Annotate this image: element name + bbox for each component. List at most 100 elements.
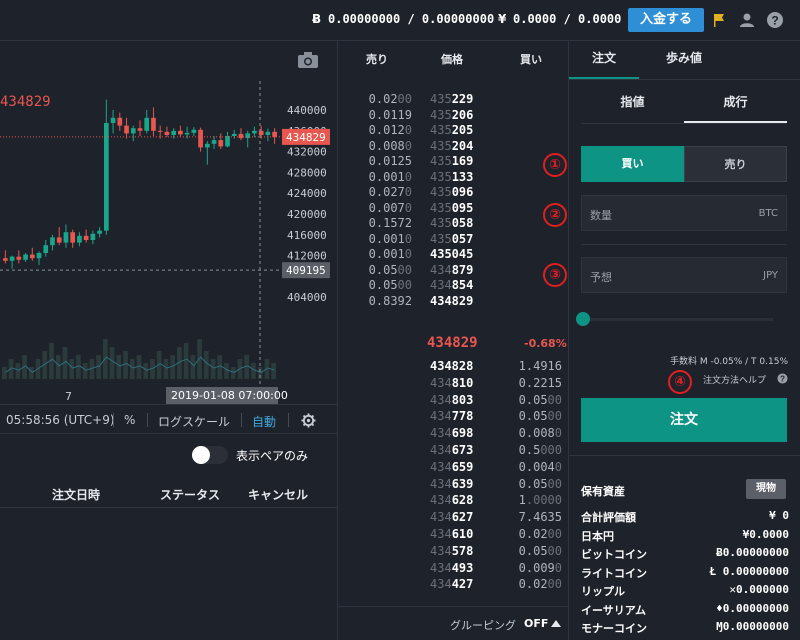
ask-qty: 0.0070 xyxy=(368,200,412,215)
trading-app: Ƀ 0.00000000 / 0.00000000 ¥ 0.0000 / 0.0… xyxy=(0,0,800,640)
asset-type-badge[interactable]: 現物 xyxy=(746,479,786,499)
tab-order[interactable]: 注文 xyxy=(569,49,639,79)
candle-body xyxy=(50,237,55,246)
ask-price[interactable]: 435096 xyxy=(430,185,473,199)
volume-bar xyxy=(116,355,122,379)
volume-bar xyxy=(224,363,229,379)
bid-price[interactable]: 434578 xyxy=(430,544,473,558)
quantity-input[interactable]: 数量 BTC xyxy=(581,195,787,231)
bid-price[interactable]: 434627 xyxy=(430,510,473,524)
price-axis-tick: 420000 xyxy=(287,208,327,221)
candle-body xyxy=(137,128,143,131)
candle-body xyxy=(110,117,116,123)
price-chart[interactable]: 4400004360004320004280004240004200004160… xyxy=(0,41,338,434)
grouping-control[interactable]: グルーピング OFF xyxy=(338,606,569,640)
tab-market-order[interactable]: 成行 xyxy=(684,93,787,123)
buy-side-button[interactable]: 買い xyxy=(581,146,684,182)
bid-price[interactable]: 434778 xyxy=(430,409,473,423)
col-status[interactable]: ステータス xyxy=(160,486,220,503)
ask-price[interactable]: 434829 xyxy=(430,294,473,308)
candle-body xyxy=(77,235,82,243)
bid-price[interactable]: 434673 xyxy=(430,443,473,457)
camera-icon[interactable] xyxy=(297,51,319,69)
asset-label: リップル xyxy=(581,585,625,598)
volume-bar xyxy=(210,359,216,379)
candle-body xyxy=(157,130,163,132)
bid-price[interactable]: 434628 xyxy=(430,493,473,507)
col-cancel[interactable]: キャンセル xyxy=(248,486,308,503)
col-order-time[interactable]: 注文日時 xyxy=(52,486,100,503)
show-pair-only-toggle[interactable] xyxy=(192,446,228,464)
ask-price[interactable]: 435058 xyxy=(430,216,473,230)
bid-qty: 0.0040 xyxy=(518,459,562,474)
tab-limit-order[interactable]: 指値 xyxy=(581,93,684,123)
user-icon[interactable] xyxy=(738,11,756,29)
price-axis-tick: 412000 xyxy=(287,250,327,263)
ask-price[interactable]: 435204 xyxy=(430,139,473,153)
ask-price[interactable]: 435205 xyxy=(430,123,473,137)
volume-bar xyxy=(230,367,236,379)
ask-price[interactable]: 435133 xyxy=(430,170,473,184)
ask-price[interactable]: 434879 xyxy=(430,263,473,277)
auto-scale-button[interactable]: 自動 xyxy=(252,413,276,430)
bid-price[interactable]: 434610 xyxy=(430,527,473,541)
ask-price[interactable]: 434854 xyxy=(430,278,473,292)
ask-price[interactable]: 435206 xyxy=(430,108,473,122)
candle-body xyxy=(3,258,8,261)
bid-price[interactable]: 434659 xyxy=(430,460,473,474)
candle-body xyxy=(117,117,123,126)
bid-price[interactable]: 434493 xyxy=(430,561,473,575)
percent-scale-button[interactable]: % xyxy=(124,413,135,427)
candle-body xyxy=(211,140,217,144)
order-help-link[interactable]: 注文方法ヘルプ xyxy=(703,373,766,386)
ask-price[interactable]: 435045 xyxy=(430,247,473,261)
amount-slider-handle[interactable] xyxy=(576,312,590,326)
sell-side-button[interactable]: 売り xyxy=(684,146,787,182)
bid-price[interactable]: 434803 xyxy=(430,393,473,407)
price-axis-tick: 404000 xyxy=(287,291,327,304)
order-book: 売り 価格 買い 0.0200 435229 0.0119 435206 0.0120 4… xyxy=(338,41,569,640)
price-axis-tick: 428000 xyxy=(287,166,327,179)
candle-body xyxy=(70,232,76,243)
ask-price[interactable]: 435229 xyxy=(430,92,473,106)
chevron-up-icon[interactable] xyxy=(551,620,561,627)
log-scale-button[interactable]: ログスケール xyxy=(158,413,230,430)
asset-row: 日本円 ¥0.0000 xyxy=(581,528,789,544)
candle-body xyxy=(29,254,35,259)
candle-body xyxy=(9,256,15,261)
amount-slider-track[interactable] xyxy=(583,318,773,321)
bid-price[interactable]: 434639 xyxy=(430,477,473,491)
current-price-tag: 434829 xyxy=(286,131,326,144)
assets-title: 保有資産 xyxy=(581,485,625,498)
volume-bar xyxy=(69,359,75,379)
question-icon[interactable]: ? xyxy=(777,373,788,384)
tab-trade-history[interactable]: 歩み値 xyxy=(649,49,719,79)
candle-body xyxy=(171,130,177,135)
asset-row: 合計評価額 ¥ 0 xyxy=(581,509,789,525)
candlestick-chart[interactable]: 4400004360004320004280004240004200004160… xyxy=(0,41,338,404)
top-header: Ƀ 0.00000000 / 0.00000000 ¥ 0.0000 / 0.0… xyxy=(0,0,800,41)
bid-price[interactable]: 434810 xyxy=(430,376,473,390)
price-axis-tick: 424000 xyxy=(287,187,327,200)
grouping-value[interactable]: OFF xyxy=(524,617,548,630)
candle-body xyxy=(36,253,42,259)
ask-price[interactable]: 435169 xyxy=(430,154,473,168)
settings-gear-icon[interactable] xyxy=(301,413,316,428)
candle-body xyxy=(130,128,136,134)
submit-order-button[interactable]: 注文 xyxy=(581,398,787,442)
chart-toolbar: 05:58:56 (UTC+9) % ログスケール 自動 xyxy=(0,404,337,433)
annotation-badge-2: ② xyxy=(543,203,567,227)
candle-body xyxy=(204,143,210,148)
asset-label: モナーコイン xyxy=(581,622,647,635)
asset-value: Ł 0.00000000 xyxy=(709,564,789,578)
estimate-input[interactable]: 予想 JPY xyxy=(581,257,787,293)
bid-price[interactable]: 434828 xyxy=(430,359,473,373)
bid-price[interactable]: 434698 xyxy=(430,426,473,440)
flag-icon[interactable] xyxy=(710,11,728,29)
ask-price[interactable]: 435057 xyxy=(430,232,473,246)
deposit-button[interactable]: 入金する xyxy=(628,8,704,32)
candle-body xyxy=(191,129,197,133)
help-icon[interactable]: ? xyxy=(766,11,784,29)
ask-price[interactable]: 435095 xyxy=(430,201,473,215)
bid-price[interactable]: 434427 xyxy=(430,577,473,591)
